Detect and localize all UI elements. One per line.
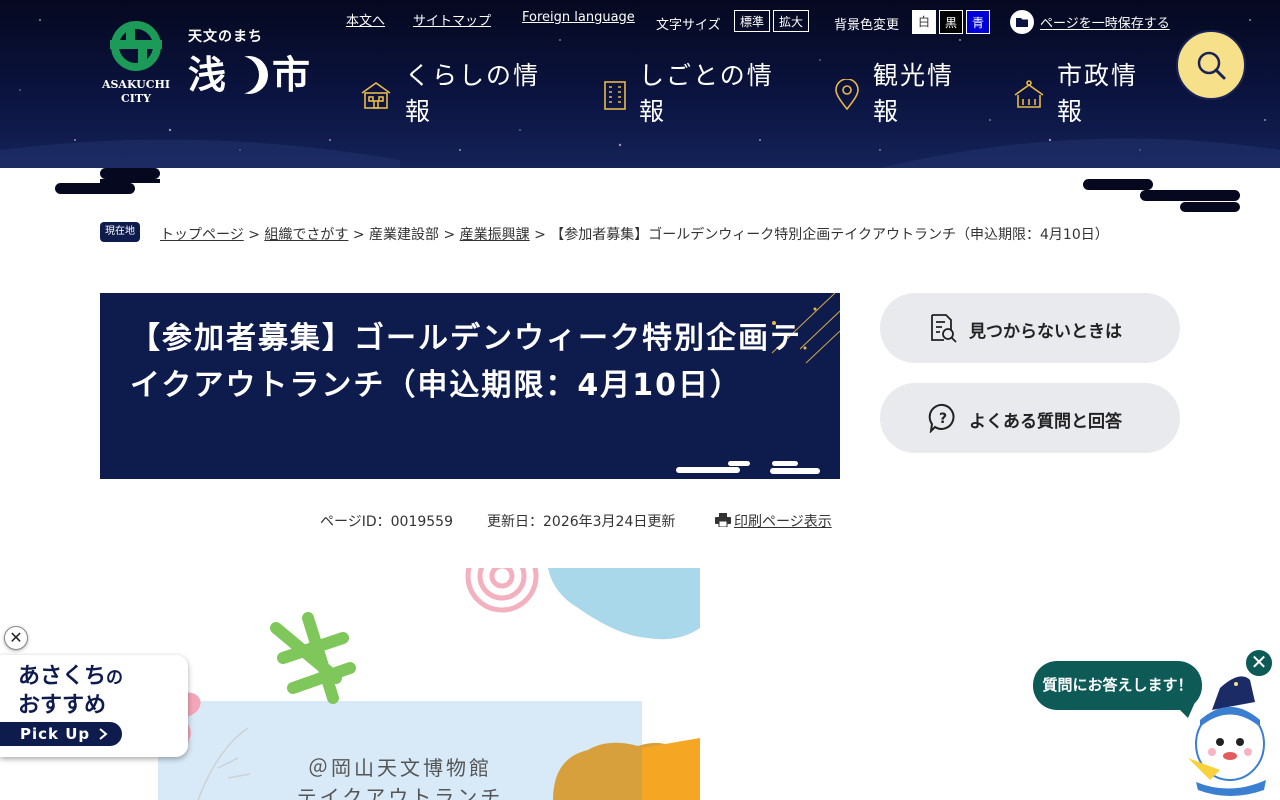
folder-icon — [1010, 10, 1034, 34]
pickup-banner[interactable]: あさくちの おすすめ Pick Up — [0, 655, 205, 760]
logo-name-char1: 浅 — [188, 52, 227, 97]
pickup-title-part2: の — [106, 668, 124, 688]
logo-city-name: 浅市 — [188, 52, 310, 98]
pickup-button-label: Pick Up — [20, 725, 91, 743]
printer-icon — [715, 513, 731, 528]
decor-clouds-right — [1083, 179, 1240, 212]
breadcrumb-separator: > — [248, 227, 260, 243]
logo-english: ASAKUCHI CITY — [100, 78, 172, 106]
nav-kanko[interactable]: 観光情 報 — [873, 58, 954, 130]
breadcrumb-current: 【参加者募集】ゴールデンウィーク特別企画テイクアウトランチ（申込期限：4月10日… — [550, 227, 1109, 243]
question-bubble-icon: ? — [928, 403, 955, 433]
crescent-moon-icon — [230, 56, 268, 94]
logo-tagline: 天文のまち — [188, 29, 263, 45]
nav-kanko-line1: 観光情 — [873, 61, 955, 90]
poster-text-line2: テイクアウトランチ — [297, 785, 504, 800]
chevron-right-icon — [99, 728, 108, 740]
faq-label: よくある質問と回答 — [969, 412, 1122, 432]
document-search-icon — [931, 314, 957, 343]
building-icon — [604, 81, 626, 110]
pickup-button[interactable]: Pick Up — [0, 722, 122, 746]
breadcrumb: トップページ > 組織でさがす > 産業建設部 > 産業振興課 > 【参加者募集… — [160, 224, 1109, 244]
nav-kurashi-line2: 報 — [405, 97, 433, 126]
poster-text-line1: ＠岡山天文博物館 — [308, 756, 492, 780]
not-found-label: 見つからないときは — [969, 322, 1122, 342]
site-header: ASAKUCHI CITY 天文のまち 浅市 本文へ サイトマップ Foreig… — [0, 0, 1280, 212]
pickup-title-part1: あさくち — [18, 664, 107, 689]
util-foreign[interactable]: Foreign language — [522, 10, 635, 25]
breadcrumb-department: 産業建設部 — [369, 227, 440, 243]
page-title: 【参加者募集】ゴールデンウィーク特別企画テイクアウトランチ（申込期限：4月10日… — [130, 321, 802, 403]
font-size-label: 文字サイズ — [656, 18, 721, 33]
map-pin-icon — [835, 79, 859, 111]
breadcrumb-org-search[interactable]: 組織でさがす — [264, 227, 348, 243]
util-skip-link[interactable]: 本文へ — [346, 10, 385, 29]
page-id: ページID：0019559 — [320, 514, 453, 530]
house-icon — [361, 82, 391, 109]
poster-illustration: ＠岡山天文博物館 テイクアウトランチ — [158, 568, 700, 800]
foreign-language-link[interactable]: Foreign language — [522, 10, 635, 25]
logo-name-char2: 市 — [272, 52, 311, 97]
nav-shisei-line2: 報 — [1057, 97, 1085, 126]
svg-text:?: ? — [939, 411, 947, 427]
sitemap-link[interactable]: サイトマップ — [413, 14, 491, 29]
skip-to-content-link[interactable]: 本文へ — [346, 14, 385, 29]
bg-blue-button[interactable]: 青 — [966, 10, 990, 34]
breadcrumb-separator: > — [443, 227, 456, 243]
event-poster-image: ＠岡山天文博物館 テイクアウトランチ — [158, 568, 700, 800]
city-logo[interactable]: ASAKUCHI CITY 天文のまち 浅市 — [100, 20, 330, 110]
nav-shigoto[interactable]: しごとの情 報 — [639, 58, 774, 130]
save-page-link[interactable]: ページを一時保存する — [1010, 10, 1170, 34]
nav-shisei[interactable]: 市政情 報 — [1057, 58, 1138, 130]
decor-clouds-left — [55, 168, 160, 194]
util-sitemap[interactable]: サイトマップ — [413, 10, 491, 29]
not-found-button[interactable]: 見つからないときは — [880, 293, 1180, 363]
bg-black-button[interactable]: 黒 — [939, 10, 963, 34]
bg-white-button[interactable]: 白 — [912, 10, 936, 34]
search-icon — [1197, 51, 1226, 80]
logo-en-line1: ASAKUCHI — [101, 78, 171, 91]
faq-button[interactable]: ? よくある質問と回答 — [880, 383, 1180, 453]
nav-shigoto-line1: しごとの情 — [639, 61, 774, 90]
pickup-close-button[interactable]: ✕ — [4, 626, 28, 650]
font-standard-button[interactable]: 標準 — [734, 10, 770, 32]
nav-kurashi-line1: くらしの情 — [405, 61, 541, 90]
print-page-label: 印刷ページ表示 — [734, 514, 832, 530]
current-location-badge: 現在地 — [100, 222, 140, 242]
nav-shisei-line1: 市政情 — [1057, 61, 1139, 90]
logo-en-line2: CITY — [121, 92, 151, 105]
updated-date: 更新日：2026年3月24日更新 — [487, 514, 676, 530]
page-title-panel: 【参加者募集】ゴールデンウィーク特別企画テイクアウトランチ（申込期限：4月10日… — [100, 293, 840, 479]
font-large-button[interactable]: 拡大 — [773, 10, 809, 32]
breadcrumb-top[interactable]: トップページ — [160, 227, 244, 243]
pickup-title: あさくちの おすすめ — [18, 663, 123, 720]
city-hall-icon — [1014, 80, 1044, 108]
breadcrumb-separator: > — [534, 227, 546, 243]
breadcrumb-separator: > — [352, 227, 365, 243]
nav-kurashi[interactable]: くらしの情 報 — [405, 58, 540, 130]
pickup-title-line2: おすすめ — [18, 693, 107, 718]
breadcrumb-section[interactable]: 産業振興課 — [460, 227, 530, 243]
search-button[interactable] — [1176, 30, 1246, 100]
city-emblem-icon — [110, 21, 162, 71]
mascot-character-icon[interactable] — [1180, 672, 1280, 800]
bg-color-label: 背景色変更 — [834, 18, 900, 33]
save-page-label: ページを一時保存する — [1040, 16, 1170, 32]
nav-kanko-line2: 報 — [873, 97, 901, 126]
nav-shigoto-line2: 報 — [639, 97, 667, 126]
print-page-link[interactable]: 印刷ページ表示 — [715, 511, 832, 531]
